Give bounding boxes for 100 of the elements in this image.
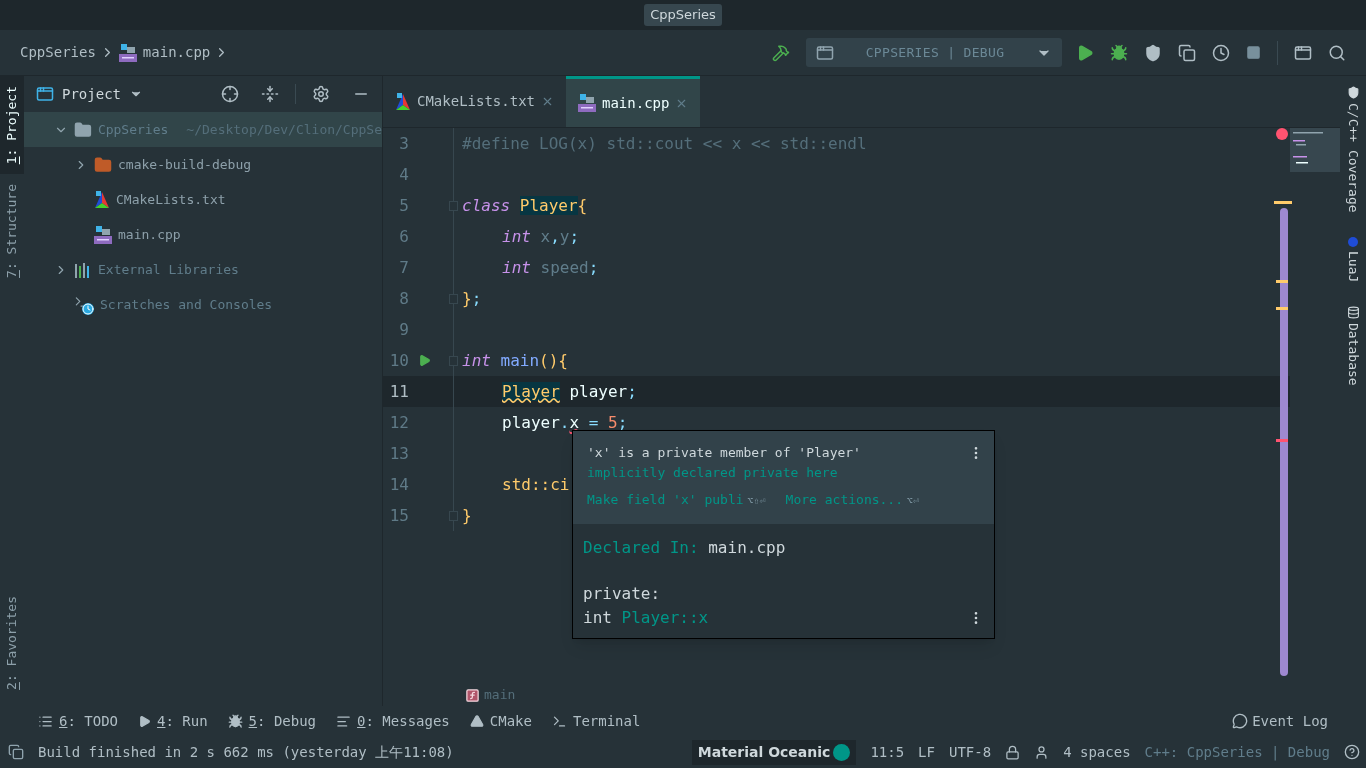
- triangle-logo-icon: [395, 92, 411, 111]
- encoding[interactable]: UTF-8: [948, 741, 992, 763]
- run-gutter-icon[interactable]: [417, 354, 431, 367]
- window-title: CppSeries: [644, 4, 722, 26]
- error-icon: [1276, 128, 1288, 140]
- code-line: Player player;: [501, 380, 637, 403]
- side-tab[interactable]: 2: Favorites: [0, 586, 24, 700]
- side-tab[interactable]: 7: Structure: [0, 174, 24, 289]
- tool-window-tab[interactable]: Terminal: [551, 710, 641, 732]
- warning-marker: [1274, 201, 1292, 204]
- tree-item[interactable]: main.cpp: [24, 217, 382, 252]
- bug-icon: [227, 713, 243, 729]
- lock-icon[interactable]: [1005, 744, 1021, 760]
- collapse-icon[interactable]: [261, 85, 279, 103]
- line-number: 15: [388, 504, 409, 527]
- play-icon: [138, 714, 151, 728]
- code-line: int x,y;: [501, 225, 580, 248]
- tool-window-tab[interactable]: 5: Debug: [227, 710, 317, 732]
- triangle-icon: [469, 714, 484, 728]
- warning-marker: [1276, 307, 1288, 310]
- line-number: 9: [398, 318, 409, 341]
- help-icon[interactable]: [1344, 744, 1360, 760]
- line-number: 8: [398, 287, 409, 310]
- code-line: }: [462, 504, 472, 527]
- tool-window-tab[interactable]: 4: Run: [138, 710, 208, 732]
- item-label: main.cpp: [118, 225, 181, 244]
- tree-item[interactable]: cmake-build-debug: [24, 147, 382, 182]
- run-icon[interactable]: [1076, 43, 1094, 62]
- close-icon[interactable]: [541, 95, 554, 108]
- line-number: 5: [398, 194, 409, 217]
- item-label: External Libraries: [98, 260, 239, 279]
- error-message: 'x' is a private member of 'Player': [587, 444, 861, 462]
- hammer-icon[interactable]: [772, 43, 790, 62]
- scrollbar-thumb[interactable]: [1280, 208, 1288, 676]
- signature: int Player::x: [583, 606, 709, 629]
- breadcrumb-item[interactable]: main.cpp: [142, 42, 211, 63]
- code-line: int speed;: [501, 256, 599, 279]
- line-number: 11: [388, 380, 409, 403]
- stop-icon[interactable]: [1246, 45, 1261, 60]
- settings-icon[interactable]: [312, 85, 330, 103]
- theme-indicator[interactable]: Material Oceanic: [691, 739, 857, 765]
- code-line: class Player{: [462, 194, 588, 217]
- triangle-logo-icon: [94, 190, 110, 209]
- declared-in: Declared In: main.cpp: [583, 536, 786, 559]
- cpp-file-icon: [118, 43, 137, 62]
- clock-run-icon[interactable]: [1212, 43, 1230, 62]
- tool-window-tab[interactable]: CMake: [469, 710, 532, 732]
- folder-icon: [94, 155, 112, 174]
- item-label: Scratches and Consoles: [100, 295, 273, 314]
- code-line: std::ci: [501, 473, 570, 496]
- code-line: };: [462, 287, 482, 310]
- caret-position[interactable]: 11:5: [870, 741, 905, 763]
- line-number: 10: [388, 349, 409, 372]
- line-number: 6: [398, 225, 409, 248]
- function-icon: [465, 687, 480, 703]
- libraries-icon: [74, 261, 92, 278]
- line-ending[interactable]: LF: [918, 741, 935, 763]
- database-icon: [1346, 305, 1360, 319]
- indent-setting[interactable]: 4 spaces: [1063, 741, 1131, 763]
- item-label: cmake-build-debug: [118, 155, 252, 174]
- bug-icon[interactable]: [1110, 43, 1128, 62]
- item-label: CppSeries: [97, 120, 169, 139]
- window-icon[interactable]: [1294, 43, 1312, 62]
- lines-icon: [336, 713, 352, 729]
- status-message: Build finished in 2 s 662 ms (yesterday 上午11:08): [38, 742, 454, 762]
- terminal-icon: [551, 713, 567, 729]
- speech-bubble-icon: [1232, 713, 1249, 729]
- search-icon[interactable]: [1328, 43, 1346, 62]
- line-number: 13: [388, 442, 409, 465]
- item-label: CMakeLists.txt: [116, 190, 226, 209]
- side-tab[interactable]: Database: [1343, 305, 1363, 386]
- line-number: 14: [388, 473, 409, 496]
- side-tab[interactable]: 1: Project: [0, 76, 24, 175]
- side-tab[interactable]: LuaJ: [1343, 236, 1363, 282]
- side-tab[interactable]: C/C++ Coverage: [1343, 86, 1363, 213]
- cpp-file-icon: [94, 225, 112, 244]
- panel-title[interactable]: Project: [62, 83, 121, 105]
- panel-icon: [36, 85, 54, 103]
- window-icon: [816, 43, 834, 62]
- event-log-button[interactable]: Event Log: [1232, 710, 1328, 732]
- code-line: #define LOG(x) std::cout << x << std::endl: [462, 132, 867, 155]
- code-line: int main(){: [462, 349, 568, 372]
- access-modifier: private:: [583, 582, 661, 605]
- tool-window-tab[interactable]: 6: TODO: [38, 710, 118, 732]
- code-line: player.x = 5;: [501, 411, 628, 434]
- tree-item[interactable]: CMakeLists.txt: [24, 182, 382, 217]
- cpp-file-icon: [578, 94, 596, 112]
- locate-icon[interactable]: [221, 85, 239, 103]
- list-icon: [38, 713, 53, 729]
- editor-tab[interactable]: CMakeLists.txt: [383, 76, 566, 127]
- line-number: 3: [398, 132, 409, 155]
- shield-icon: [1346, 86, 1360, 99]
- minimap-drawing: [1290, 128, 1340, 172]
- tool-window-tab[interactable]: 0: Messages: [336, 710, 450, 732]
- editor-tab[interactable]: main.cpp: [566, 76, 701, 127]
- folder-icon: [74, 120, 92, 139]
- line-number: 12: [388, 411, 409, 434]
- error-marker: [1276, 439, 1288, 442]
- breadcrumb-item[interactable]: CppSeries: [20, 42, 96, 63]
- line-number: 4: [398, 163, 409, 186]
